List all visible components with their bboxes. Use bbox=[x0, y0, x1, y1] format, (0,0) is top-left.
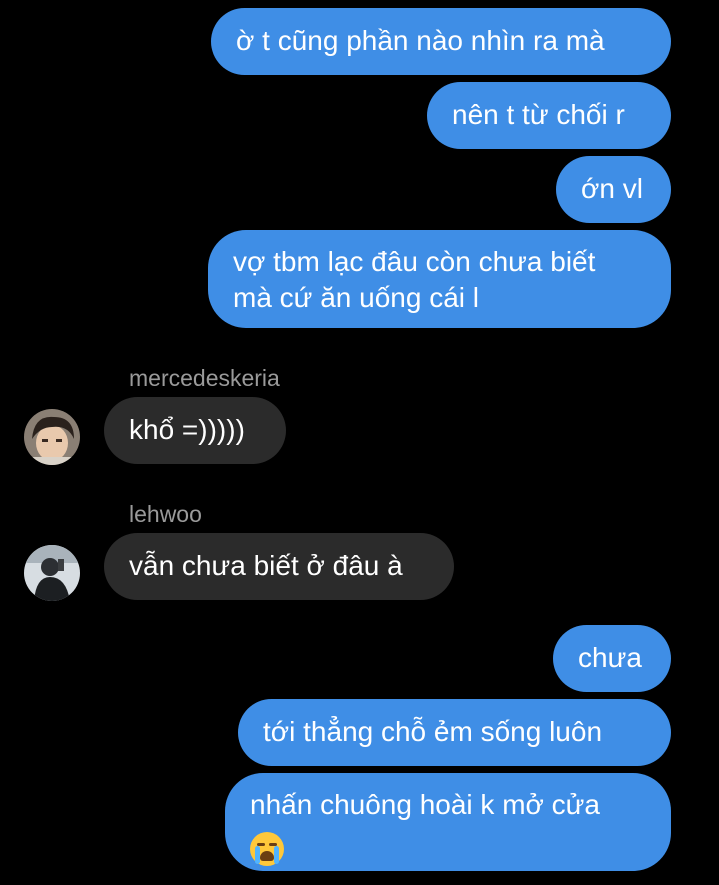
message-text: khổ =))))) bbox=[129, 414, 245, 445]
message-bubble-outgoing[interactable]: tới thẳng chỗ ẻm sống luôn bbox=[238, 699, 671, 766]
user-avatar-icon bbox=[24, 545, 80, 601]
message-emoji-line bbox=[250, 829, 671, 866]
user-avatar[interactable] bbox=[24, 409, 80, 465]
message-bubble-outgoing[interactable]: chưa bbox=[553, 625, 671, 692]
message-bubble-outgoing[interactable]: vợ tbm lạc đâu còn chưa biết mà cứ ăn uố… bbox=[208, 230, 671, 328]
message-bubble-outgoing[interactable]: ớn vl bbox=[556, 156, 671, 223]
sender-name: mercedeskeria bbox=[129, 365, 280, 391]
user-avatar[interactable] bbox=[24, 545, 80, 601]
message-text-line: vợ tbm lạc đâu còn chưa biết bbox=[233, 246, 596, 277]
message-text-line: nhấn chuông hoài k mở cửa bbox=[250, 789, 600, 820]
message-text: chưa bbox=[578, 642, 642, 673]
user-avatar-icon bbox=[24, 409, 80, 465]
message-text: nên t từ chối r bbox=[452, 99, 625, 130]
loudly-crying-face-icon bbox=[250, 831, 284, 866]
message-text: ờ t cũng phần nào nhìn ra mà bbox=[236, 25, 605, 56]
message-text-line: mà cứ ăn uống cái l bbox=[233, 282, 479, 313]
message-bubble-outgoing[interactable]: nhấn chuông hoài k mở cửa bbox=[225, 773, 671, 871]
message-text: vẫn chưa biết ở đâu à bbox=[129, 550, 403, 581]
sender-name: lehwoo bbox=[129, 501, 202, 527]
message-text: ớn vl bbox=[581, 173, 643, 204]
message-bubble-outgoing[interactable]: nên t từ chối r bbox=[427, 82, 671, 149]
message-text: tới thẳng chỗ ẻm sống luôn bbox=[263, 716, 603, 747]
message-bubble-outgoing[interactable]: ờ t cũng phần nào nhìn ra mà bbox=[211, 8, 671, 75]
message-bubble-incoming[interactable]: vẫn chưa biết ở đâu à bbox=[104, 533, 454, 600]
message-bubble-incoming[interactable]: khổ =))))) bbox=[104, 397, 286, 464]
